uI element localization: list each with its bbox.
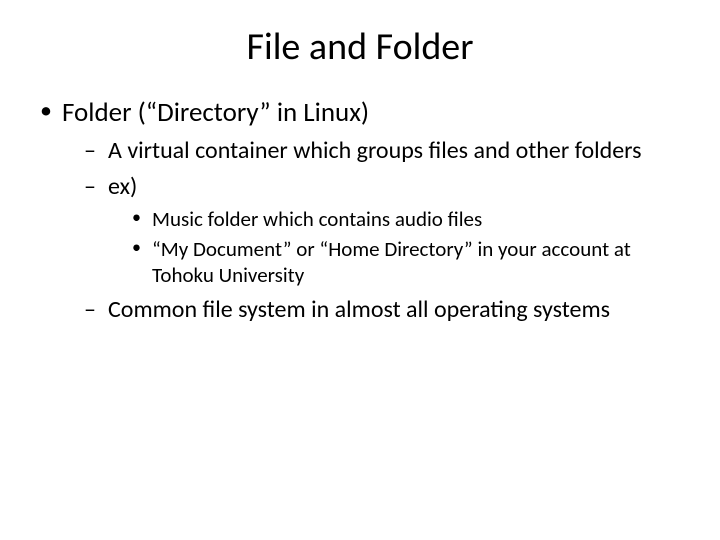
bullet-text: “My Document” or “Home Directory” in you… (152, 236, 631, 288)
list-item: Music folder which contains audio files (132, 206, 680, 232)
bullet-text: ex) (108, 172, 137, 201)
slide: File and Folder Folder (“Directory” in L… (0, 0, 720, 540)
bullet-list-level2: A virtual container which groups files a… (62, 136, 680, 325)
bullet-text: A virtual container which groups files a… (108, 136, 642, 165)
bullet-list-level3: Music folder which contains audio files … (108, 206, 680, 289)
list-item: A virtual container which groups files a… (84, 136, 680, 166)
list-item: Folder (“Directory” in Linux) A virtual … (40, 96, 680, 325)
bullet-list-level1: Folder (“Directory” in Linux) A virtual … (40, 96, 680, 325)
bullet-text: Folder (“Directory” in Linux) (62, 96, 369, 129)
list-item: ex) Music folder which contains audio fi… (84, 172, 680, 289)
list-item: “My Document” or “Home Directory” in you… (132, 236, 680, 289)
bullet-text: Common file system in almost all operati… (108, 295, 610, 324)
bullet-text: Music folder which contains audio files (152, 206, 482, 232)
slide-body: Folder (“Directory” in Linux) A virtual … (0, 78, 720, 325)
slide-title: File and Folder (0, 0, 720, 78)
list-item: Common file system in almost all operati… (84, 295, 680, 325)
